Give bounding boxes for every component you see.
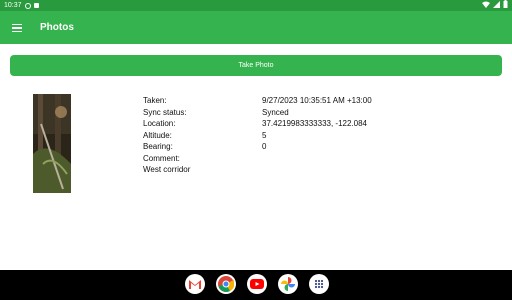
value-sync-status: Synced [262,107,289,117]
label-altitude: Altitude: [143,130,172,140]
gmail-icon[interactable] [185,274,205,294]
chrome-icon[interactable] [216,274,236,294]
photo-thumbnail[interactable] [33,94,71,193]
menu-icon[interactable] [8,20,26,36]
notification-icon [33,3,39,8]
comment-text: West corridor [143,165,191,174]
label-comment: Comment: [143,153,180,163]
photo-info-values: 9/27/2023 10:35:51 AM +13:00 Synced 37.4… [262,95,372,153]
page-title: Photos [40,22,74,33]
app-bar: Photos [0,11,512,44]
navigation-bar [0,270,512,300]
take-photo-button[interactable]: Take Photo [10,55,502,76]
label-taken: Taken: [143,96,167,105]
youtube-icon[interactable] [247,274,267,294]
value-bearing: 0 [262,142,267,151]
battery-icon [503,0,508,8]
label-bearing: Bearing: [143,142,173,151]
status-bar: 10:37 [0,0,512,11]
label-location: Location: [143,119,176,128]
wifi-icon [482,1,490,8]
status-time: 10:37 [4,2,22,9]
value-location: 37.4219983333333, -122.084 [262,119,367,128]
photos-icon[interactable] [278,274,298,294]
app-drawer-icon[interactable] [309,274,329,294]
value-taken: 9/27/2023 10:35:51 AM +13:00 [262,96,372,105]
sync-status-icon [24,2,31,9]
label-sync-status: Sync status: [143,107,187,117]
app-dock [185,274,329,294]
photo-info-labels: Taken: Sync status: Location: Altitude: … [143,95,190,176]
signal-icon [493,0,500,8]
value-altitude: 5 [262,130,267,140]
